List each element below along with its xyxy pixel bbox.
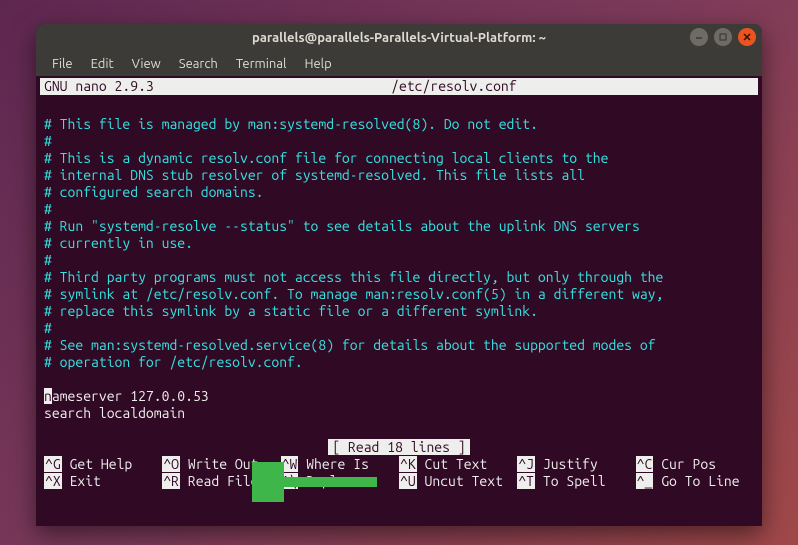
shortcut-where-is: ^W Where Is	[281, 456, 399, 473]
shortcut-write-out: ^O Write Out	[162, 456, 280, 473]
file-line: search localdomain	[44, 405, 754, 422]
shortcut-cut-text: ^K Cut Text	[399, 456, 517, 473]
file-line: # Run "systemd-resolve --status" to see …	[44, 218, 754, 235]
titlebar[interactable]: parallels@parallels-Parallels-Virtual-Pl…	[36, 24, 762, 52]
file-line: # currently in use.	[44, 235, 754, 252]
file-line: #	[44, 133, 754, 150]
file-line: # This is a dynamic resolv.conf file for…	[44, 150, 754, 167]
shortcut-replace: ^\ Replace	[281, 473, 399, 490]
nano-app-name: GNU nano 2.9.3	[44, 78, 154, 95]
file-line: # configured search domains.	[44, 184, 754, 201]
nano-shortcut-row: ^X Exit ^R Read File ^\ Replace ^U Uncut…	[40, 473, 758, 490]
nano-filename: /etc/resolv.conf	[154, 78, 754, 95]
file-line: # replace this symlink by a static file …	[44, 303, 754, 320]
window-title: parallels@parallels-Parallels-Virtual-Pl…	[252, 31, 546, 45]
menubar: File Edit View Search Terminal Help	[36, 52, 762, 76]
menu-file[interactable]: File	[44, 55, 81, 73]
menu-terminal[interactable]: Terminal	[228, 55, 295, 73]
nano-header: GNU nano 2.9.3 /etc/resolv.conf	[40, 78, 758, 95]
terminal-window: parallels@parallels-Parallels-Virtual-Pl…	[36, 24, 762, 526]
shortcut-cur-pos: ^C Cur Pos	[636, 456, 754, 473]
shortcut-read-file: ^R Read File	[162, 473, 280, 490]
file-line: # Third party programs must not access t…	[44, 269, 754, 286]
editor-content[interactable]: # This file is managed by man:systemd-re…	[40, 95, 758, 439]
close-button[interactable]	[738, 28, 756, 46]
window-controls	[690, 28, 756, 46]
cursor-line-rest: ameserver 127.0.0.53	[52, 388, 209, 404]
menu-search[interactable]: Search	[171, 55, 226, 73]
file-line-cursor: nameserver 127.0.0.53	[44, 388, 754, 405]
file-line: # symlink at /etc/resolv.conf. To manage…	[44, 286, 754, 303]
shortcut-get-help: ^G Get Help	[44, 456, 162, 473]
terminal-body[interactable]: GNU nano 2.9.3 /etc/resolv.conf # This f…	[36, 76, 762, 526]
file-line: #	[44, 201, 754, 218]
menu-help[interactable]: Help	[296, 55, 339, 73]
file-line: # See man:systemd-resolved.service(8) fo…	[44, 337, 754, 354]
file-line: # internal DNS stub resolver of systemd-…	[44, 167, 754, 184]
minimize-button[interactable]	[690, 28, 708, 46]
file-line: # This file is managed by man:systemd-re…	[44, 116, 754, 133]
shortcut-exit: ^X Exit	[44, 473, 162, 490]
nano-status: [ Read 18 lines ]	[40, 439, 758, 456]
file-line: #	[44, 320, 754, 337]
shortcut-go-to-line: ^_ Go To Line	[636, 473, 754, 490]
nano-status-text: [ Read 18 lines ]	[328, 439, 469, 455]
shortcut-to-spell: ^T To Spell	[517, 473, 635, 490]
menu-view[interactable]: View	[124, 55, 169, 73]
nano-shortcut-row: ^G Get Help ^O Write Out ^W Where Is ^K …	[40, 456, 758, 473]
shortcut-uncut-text: ^U Uncut Text	[399, 473, 517, 490]
file-line: # operation for /etc/resolv.conf.	[44, 354, 754, 371]
file-line: #	[44, 252, 754, 269]
maximize-button[interactable]	[714, 28, 732, 46]
shortcut-justify: ^J Justify	[517, 456, 635, 473]
cursor-icon: n	[44, 388, 52, 404]
menu-edit[interactable]: Edit	[83, 55, 122, 73]
